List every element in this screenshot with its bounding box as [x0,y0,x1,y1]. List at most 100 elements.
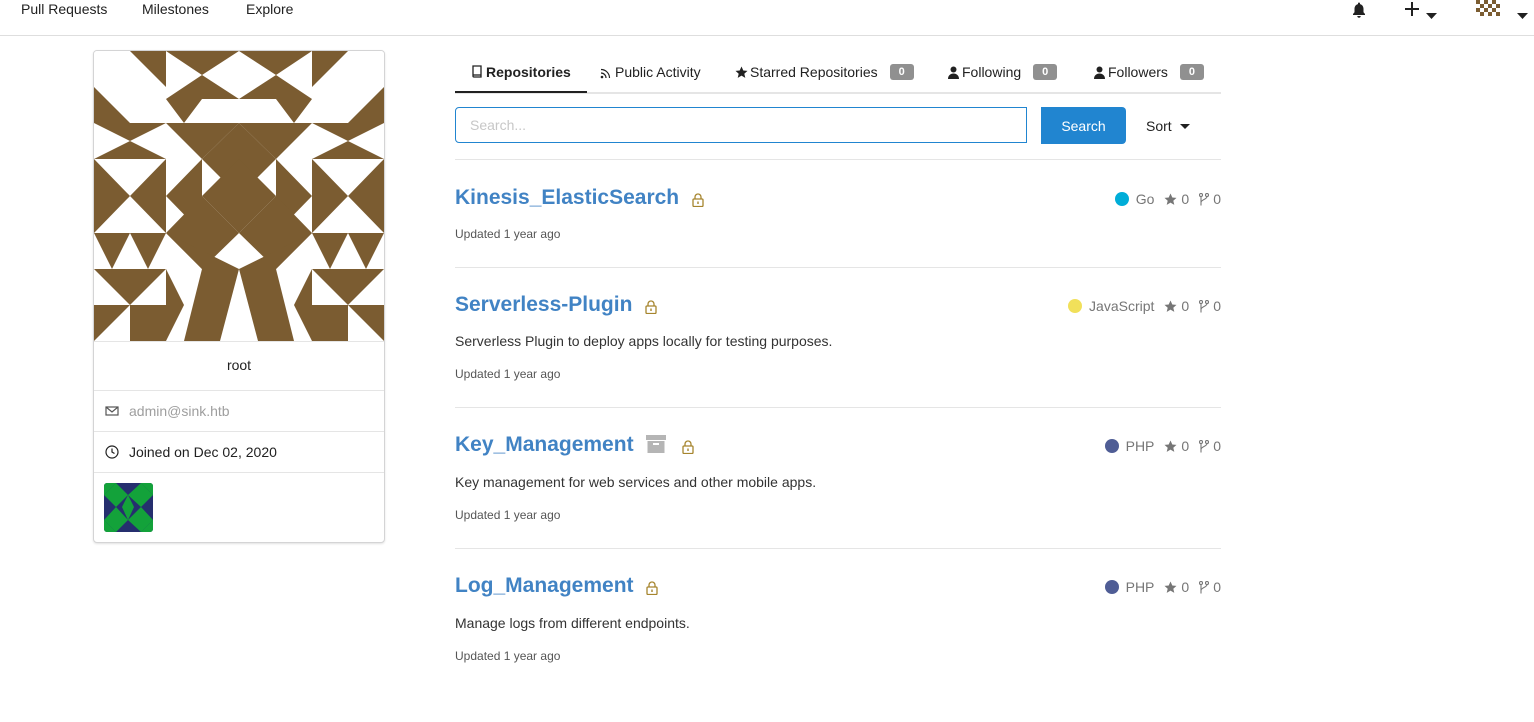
tab-followers[interactable]: Followers 0 [1093,52,1205,92]
repo-forks: 0 [1199,191,1221,207]
tab-starred-label: Starred Repositories [750,64,878,80]
repo-language: PHP [1125,438,1155,454]
clock-icon [105,445,119,459]
language-color-dot [1104,580,1119,594]
star-icon [1164,193,1177,205]
repo-updated: Updated 1 year ago [455,367,561,381]
lock-icon [682,440,695,454]
lock-icon [645,300,657,314]
plus-icon [1405,2,1419,20]
caret-down-icon [1517,6,1528,24]
nav-milestones[interactable]: Milestones [142,0,209,18]
repo-stars: 0 [1164,191,1189,207]
language-color-dot [1114,192,1129,206]
repo-item: Log_Management PHP 0 0 Manage logs from … [455,574,1221,674]
caret-down-icon [1426,6,1437,24]
repo-fork-count: 0 [1213,438,1221,454]
person-icon [1093,66,1106,79]
repo-updated: Updated 1 year ago [455,649,561,663]
tab-followers-label: Followers [1108,64,1168,80]
divider [455,159,1221,160]
divider [94,431,384,432]
divider [94,472,384,473]
tab-following[interactable]: Following 0 [947,52,1058,92]
repo-star-count: 0 [1181,438,1190,454]
tab-repositories-label: Repositories [486,63,571,80]
repo-item: Kinesis_ElasticSearch Go 0 0 Updated 1 y… [455,186,1221,246]
repo-updated: Updated 1 year ago [455,508,561,522]
repo-meta: JavaScript 0 0 [1068,295,1221,317]
rss-icon [600,66,613,79]
star-icon [735,66,748,79]
starred-count-badge: 0 [889,64,914,80]
user-avatar-icon [1476,0,1500,18]
repo-item: Key_Management PHP 0 0 Key management fo… [455,433,1221,533]
repo-star-count: 0 [1181,191,1190,207]
repo-language: JavaScript [1089,298,1155,314]
divider [94,390,384,391]
repo-meta: PHP 0 0 [1104,435,1221,457]
repo-star-count: 0 [1181,298,1190,314]
profile-tabs: Repositories Public Activity Starred Rep… [455,52,1221,94]
repo-fork-count: 0 [1213,191,1221,207]
following-count-badge: 0 [1033,64,1058,80]
profile-email-row: admin@sink.htb [105,403,230,419]
tab-following-label: Following [962,64,1022,80]
tab-starred-repositories[interactable]: Starred Repositories 0 [735,52,914,92]
person-icon [947,66,960,79]
divider [455,548,1221,549]
tab-repositories[interactable]: Repositories [455,52,587,93]
profile-joined: Joined on Dec 02, 2020 [129,444,277,460]
repo-forks: 0 [1199,579,1221,595]
mail-icon [105,404,119,418]
repo-meta: Go 0 0 [1114,188,1221,210]
fork-icon [1199,439,1210,452]
create-new-menu[interactable] [1405,2,1437,21]
tab-public-activity-label: Public Activity [615,64,701,80]
repo-name-link[interactable]: Kinesis_ElasticSearch [455,186,679,210]
tab-public-activity[interactable]: Public Activity [600,52,701,92]
profile-joined-row: Joined on Dec 02, 2020 [105,444,277,460]
repo-forks: 0 [1199,438,1221,454]
fork-icon [1199,299,1210,312]
repo-search-input[interactable] [455,107,1027,143]
repo-stars: 0 [1164,298,1189,314]
repo-language: Go [1135,191,1155,207]
user-menu[interactable] [1476,0,1528,23]
repo-description: Manage logs from different endpoints. [455,615,690,631]
repo-name-link[interactable]: Log_Management [455,574,634,598]
repo-name-link[interactable]: Serverless-Plugin [455,293,632,317]
archive-icon [646,435,667,458]
repo-fork-count: 0 [1213,298,1221,314]
language-color-dot [1068,299,1083,313]
profile-avatar [94,51,384,341]
profile-email[interactable]: admin@sink.htb [129,403,230,419]
repo-description: Key management for web services and othe… [455,474,817,490]
language-color-dot [1104,439,1119,453]
repo-forks: 0 [1199,298,1221,314]
repo-language: PHP [1125,579,1155,595]
repo-meta: PHP 0 0 [1104,576,1221,598]
caret-down-icon [1179,123,1190,129]
divider [455,407,1221,408]
nav-pull-requests[interactable]: Pull Requests [21,0,107,18]
repo-name-link[interactable]: Key_Management [455,433,634,457]
repo-item: Serverless-Plugin JavaScript 0 0 Serverl… [455,293,1221,393]
repo-updated: Updated 1 year ago [455,227,561,241]
sort-label: Sort [1146,118,1172,134]
divider [455,267,1221,268]
repo-fork-count: 0 [1213,579,1221,595]
bell-icon[interactable] [1352,2,1366,23]
sort-dropdown[interactable]: Sort [1146,118,1190,134]
organization-avatar[interactable] [104,483,153,532]
nav-explore[interactable]: Explore [246,0,293,18]
fork-icon [1199,580,1210,593]
star-icon [1164,440,1177,452]
star-icon [1164,300,1177,312]
lock-icon [691,193,704,207]
repo-description: Serverless Plugin to deploy apps locally… [455,333,833,349]
star-icon [1164,581,1177,593]
top-navbar: Pull Requests Milestones Explore [0,0,1534,36]
search-button[interactable]: Search [1041,107,1126,144]
repo-star-count: 0 [1181,579,1190,595]
